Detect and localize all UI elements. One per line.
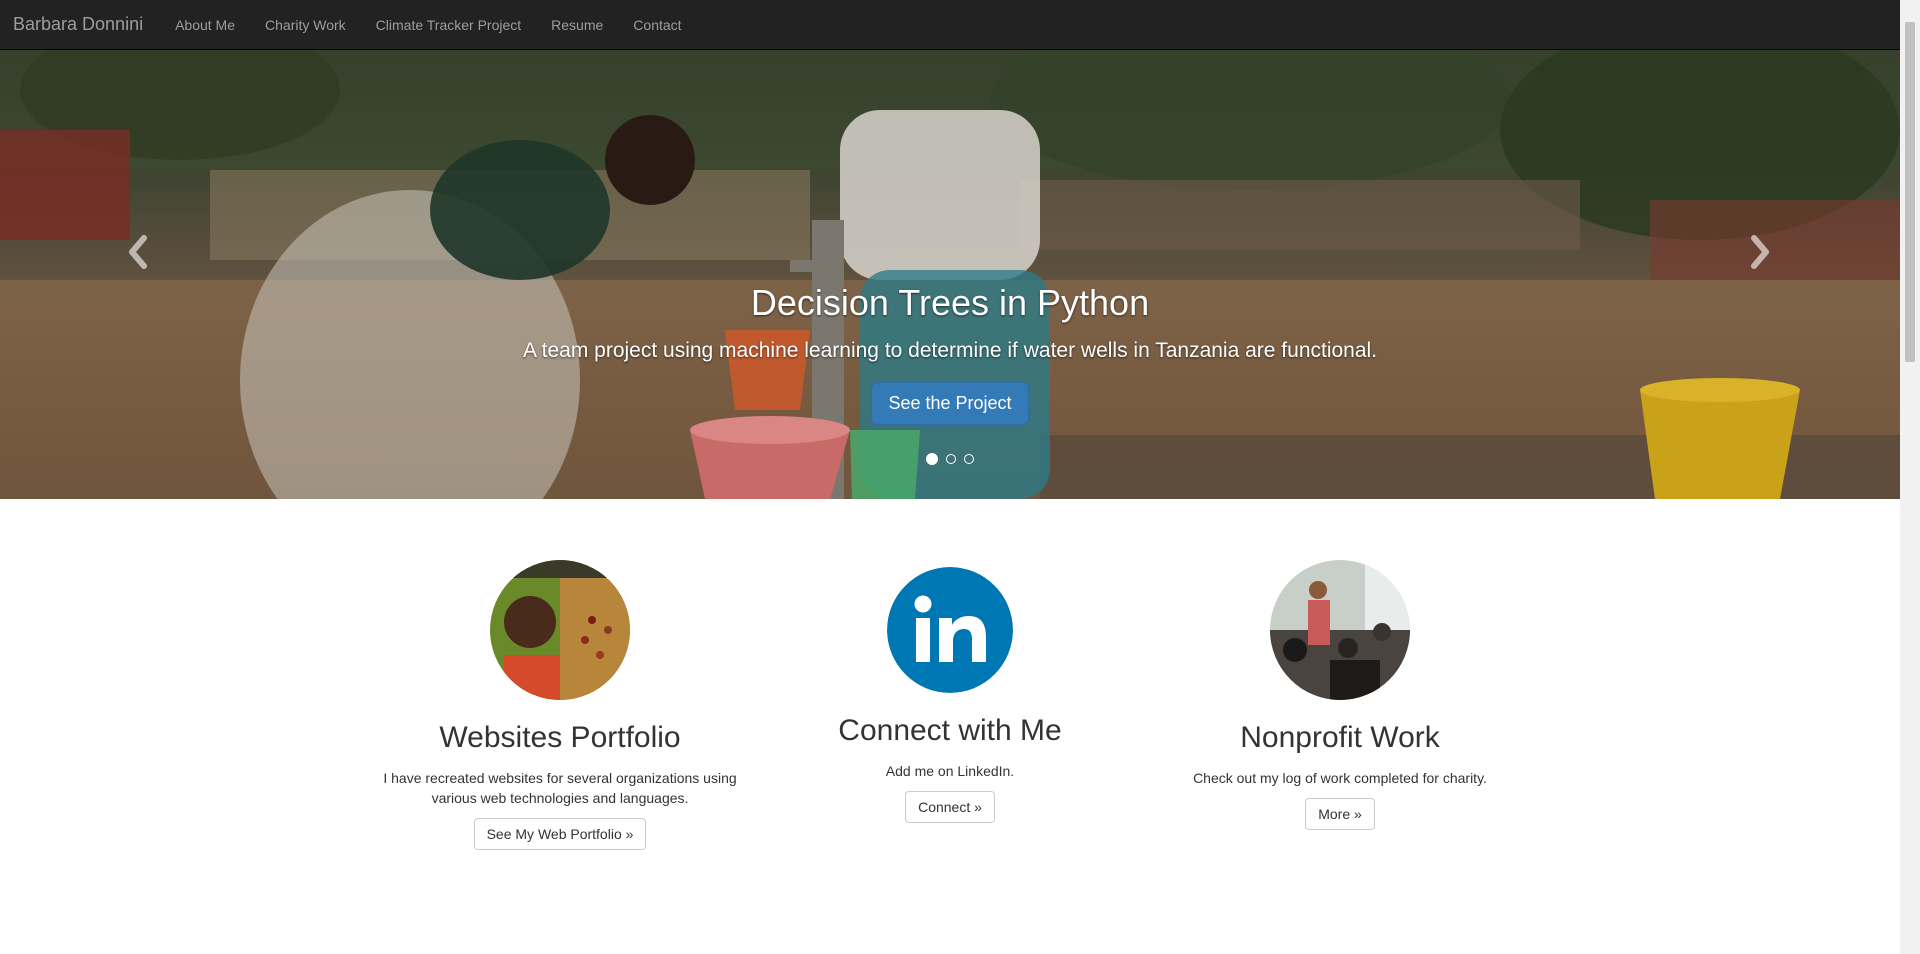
chevron-right-icon <box>1751 235 1769 269</box>
meeting-photo <box>1270 560 1410 700</box>
feature-websites-portfolio: Websites Portfolio I have recreated webs… <box>380 560 740 850</box>
see-project-button[interactable]: See the Project <box>871 382 1029 425</box>
carousel-indicator-3[interactable] <box>964 454 975 464</box>
nav-resume[interactable]: Resume <box>536 17 618 33</box>
feature-text: Check out my log of work completed for c… <box>1193 770 1487 786</box>
web-portfolio-button[interactable]: See My Web Portfolio » <box>473 818 647 850</box>
feature-nonprofit-work: Nonprofit Work Check out my log of work … <box>1160 560 1520 830</box>
brand-link[interactable]: Barbara Donnini <box>13 14 143 35</box>
carousel-caption: Decision Trees in Python A team project … <box>0 280 1900 425</box>
carousel-indicators <box>0 451 1900 469</box>
connect-button[interactable]: Connect » <box>905 791 995 823</box>
nav-contact[interactable]: Contact <box>618 17 696 33</box>
feature-connect: Connect with Me Add me on LinkedIn. Conn… <box>770 560 1130 823</box>
carousel-subtitle: A team project using machine learning to… <box>522 339 1378 362</box>
feature-title: Connect with Me <box>838 714 1062 747</box>
carousel-indicator-2[interactable] <box>946 454 956 464</box>
nav-charity-work[interactable]: Charity Work <box>250 17 361 33</box>
feature-title: Nonprofit Work <box>1240 721 1440 754</box>
chevron-left-icon <box>129 235 147 269</box>
feature-text: I have recreated websites for several or… <box>383 770 737 806</box>
carousel-next-button[interactable] <box>1740 222 1780 282</box>
top-navbar: Barbara Donnini About Me Charity Work Cl… <box>0 0 1900 50</box>
nav-about-me[interactable]: About Me <box>160 17 250 33</box>
page-scrollbar[interactable] <box>1900 0 1920 954</box>
carousel-indicator-1[interactable] <box>925 453 938 465</box>
feature-title: Websites Portfolio <box>439 721 681 754</box>
scrollbar-thumb[interactable] <box>1905 22 1915 362</box>
linkedin-icon[interactable] <box>887 567 1013 693</box>
carousel-title: Decision Trees in Python <box>750 282 1150 323</box>
carousel-prev-button[interactable] <box>118 222 158 282</box>
coffee-farmer-photo <box>490 560 630 700</box>
hero-background-photo <box>0 50 1900 499</box>
more-button[interactable]: More » <box>1305 798 1375 830</box>
feature-text: Add me on LinkedIn. <box>885 763 1015 779</box>
hero-carousel: Decision Trees in Python A team project … <box>0 50 1900 499</box>
nav-climate-tracker[interactable]: Climate Tracker Project <box>361 17 536 33</box>
